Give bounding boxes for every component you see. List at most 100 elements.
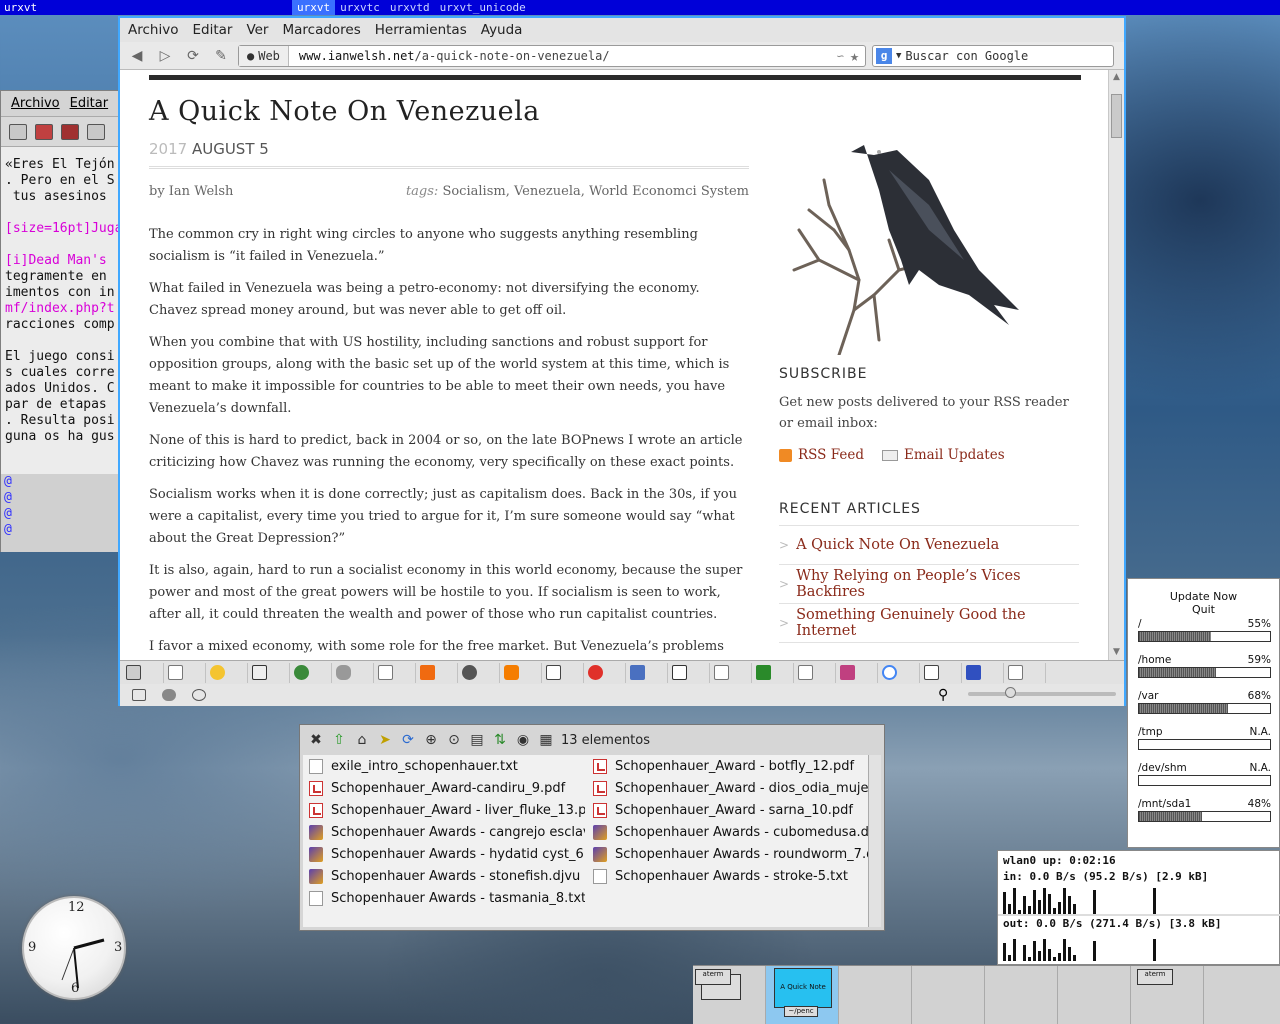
search-box[interactable]: g ▼ Buscar con Google bbox=[872, 44, 1114, 67]
bookmark-g[interactable] bbox=[630, 662, 668, 683]
bookmark-page[interactable] bbox=[168, 662, 206, 683]
desktop-5[interactable] bbox=[985, 966, 1058, 1024]
gauge-icon[interactable] bbox=[192, 689, 206, 701]
rss-feed-icon[interactable]: ∽ bbox=[837, 49, 844, 63]
bookmark-circle[interactable] bbox=[462, 662, 500, 683]
scroll-up-icon[interactable]: ▲ bbox=[1111, 72, 1122, 83]
url-text[interactable]: www.ianwelsh.net/a-quick-note-on-venezue… bbox=[289, 49, 837, 63]
page-scrollbar[interactable]: ▲ ▼ bbox=[1108, 70, 1124, 660]
file-item[interactable]: Schopenhauer Awards - tasmania_8.txt bbox=[309, 887, 585, 909]
desktop-8[interactable] bbox=[1204, 966, 1277, 1024]
desktop-4[interactable] bbox=[912, 966, 985, 1024]
file-list-scrollbar[interactable] bbox=[868, 755, 881, 927]
file-item[interactable]: Schopenhauer_Award - dios_odia_mujeres.p… bbox=[593, 777, 869, 799]
close-icon[interactable]: ✖ bbox=[308, 732, 324, 748]
file-item[interactable]: Schopenhauer Awards - stonefish.djvu bbox=[309, 865, 585, 887]
file-item[interactable]: Schopenhauer Awards - cangrejo esclavist… bbox=[309, 821, 585, 843]
open-folder-icon[interactable] bbox=[9, 123, 27, 140]
zoom-in-icon[interactable]: ⊕ bbox=[423, 732, 439, 748]
edit-pencil-icon[interactable]: ✎ bbox=[210, 46, 232, 66]
google-search-engine-icon[interactable]: g bbox=[876, 47, 892, 64]
scrollbar-thumb[interactable] bbox=[1111, 94, 1122, 138]
search-input[interactable]: Buscar con Google bbox=[905, 49, 1028, 63]
zoom-icon[interactable]: ⚲ bbox=[938, 687, 948, 703]
up-arrow-icon[interactable]: ⇧ bbox=[331, 732, 347, 748]
menu-ver[interactable]: Ver bbox=[246, 22, 268, 38]
bookmark-go[interactable] bbox=[252, 662, 290, 683]
url-bar[interactable]: ● Web www.ianwelsh.net/a-quick-note-on-v… bbox=[238, 44, 866, 67]
menu-editar[interactable]: Editar bbox=[192, 22, 232, 38]
forward-icon[interactable]: ▷ bbox=[154, 46, 176, 66]
file-item[interactable]: Schopenhauer_Award - sarna_10.pdf bbox=[593, 799, 869, 821]
back-icon[interactable]: ◀ bbox=[126, 46, 148, 66]
pager-window-aterm-right[interactable]: aterm bbox=[1137, 969, 1173, 985]
file-item[interactable]: exile_intro_schopenhauer.txt bbox=[309, 755, 585, 777]
file-item[interactable]: Schopenhauer Awards - roundworm_7.djvu bbox=[593, 843, 869, 865]
menu-marcadores[interactable]: Marcadores bbox=[282, 22, 360, 38]
bookmark-page-3[interactable] bbox=[714, 662, 752, 683]
print-icon[interactable] bbox=[87, 123, 105, 140]
console-icon[interactable] bbox=[132, 689, 146, 701]
menu-herramientas[interactable]: Herramientas bbox=[375, 22, 467, 38]
recent-article-link[interactable]: > Why Relying on People’s Vices Backfires bbox=[779, 565, 1079, 604]
bookmark-cursor[interactable] bbox=[546, 662, 584, 683]
file-item[interactable]: Schopenhauer Awards - stroke-5.txt bbox=[593, 865, 869, 887]
menu-ayuda[interactable]: Ayuda bbox=[481, 22, 523, 38]
scroll-down-icon[interactable]: ▼ bbox=[1111, 647, 1122, 658]
bookmark-page-2[interactable] bbox=[378, 662, 416, 683]
zoom-slider-knob[interactable] bbox=[1005, 687, 1016, 698]
file-item[interactable]: Schopenhauer Awards - hydatid cyst_6.djv… bbox=[309, 843, 585, 865]
tab-urxvt-unicode[interactable]: urxvt_unicode bbox=[435, 0, 531, 15]
bookmark-blogger[interactable] bbox=[504, 662, 542, 683]
save-as-icon[interactable] bbox=[61, 123, 79, 140]
pager-window-terminal[interactable]: ~/penc bbox=[784, 1006, 818, 1017]
desktop-2[interactable]: A Quick Note ~/penc bbox=[766, 966, 839, 1024]
bookmark-lifebuoy[interactable] bbox=[588, 662, 626, 683]
list-view-icon[interactable]: ▤ bbox=[469, 732, 485, 748]
bookmark-n[interactable] bbox=[420, 662, 458, 683]
file-item[interactable]: Schopenhauer Awards - cubomedusa.djvu bbox=[593, 821, 869, 843]
file-item[interactable]: Schopenhauer_Award - botfly_12.pdf bbox=[593, 755, 869, 777]
editor-text-area[interactable]: «Eres El Tejón. Pero en el S tus asesino… bbox=[1, 147, 129, 445]
icons-view-icon[interactable]: ▦ bbox=[538, 732, 554, 748]
recent-article-link[interactable]: > Something Genuinely Good the Internet bbox=[779, 604, 1079, 643]
bookmark-wr[interactable] bbox=[840, 662, 878, 683]
editor-menu-archivo[interactable]: Archivo bbox=[11, 96, 60, 111]
tab-urxvtc[interactable]: urxvtc bbox=[335, 0, 385, 15]
desktop-3[interactable] bbox=[839, 966, 912, 1024]
eye-icon[interactable]: ◉ bbox=[515, 732, 531, 748]
bookmark-save[interactable] bbox=[126, 662, 164, 683]
pager-window-browser[interactable]: A Quick Note bbox=[774, 968, 832, 1008]
go-icon[interactable]: ➤ bbox=[377, 732, 393, 748]
reload-icon[interactable]: ⟳ bbox=[182, 46, 204, 66]
tab-urxvtd[interactable]: urxvtd bbox=[385, 0, 435, 15]
bookmark-star-icon[interactable]: ★ bbox=[850, 47, 859, 65]
bookmark-bottle[interactable] bbox=[336, 662, 374, 683]
tab-urxvt[interactable]: urxvt bbox=[292, 0, 336, 15]
bookmark-page-5[interactable] bbox=[1008, 662, 1046, 683]
bookmark-key[interactable] bbox=[294, 662, 332, 683]
desktop-1[interactable]: aterm bbox=[693, 966, 766, 1024]
tag-links[interactable]: Socialism, Venezuela, World Economci Sys… bbox=[442, 184, 749, 199]
refresh-icon[interactable]: ⟳ bbox=[400, 732, 416, 748]
site-identity[interactable]: ● Web bbox=[239, 45, 289, 66]
menu-archivo[interactable]: Archivo bbox=[128, 22, 178, 38]
zoom-fit-icon[interactable]: ⊙ bbox=[446, 732, 462, 748]
quit-button[interactable]: Quit bbox=[1128, 603, 1279, 616]
search-engine-dropdown-icon[interactable]: ▼ bbox=[896, 51, 901, 61]
sort-icon[interactable]: ⇅ bbox=[492, 732, 508, 748]
bookmark-wikipedia[interactable] bbox=[672, 662, 710, 683]
pager-window-aterm[interactable]: aterm bbox=[695, 969, 731, 985]
desktop-7[interactable]: aterm bbox=[1131, 966, 1204, 1024]
bookmark-flag[interactable] bbox=[966, 662, 1004, 683]
email-updates-link[interactable]: Email Updates bbox=[881, 447, 1005, 463]
bookmark-page-4[interactable] bbox=[798, 662, 836, 683]
bookmark-linux[interactable] bbox=[210, 662, 248, 683]
home-icon[interactable]: ⌂ bbox=[354, 732, 370, 748]
bookmark-bug[interactable] bbox=[756, 662, 794, 683]
recent-article-link[interactable]: > A Quick Note On Venezuela bbox=[779, 526, 1079, 565]
bookmark-google[interactable] bbox=[882, 662, 920, 683]
zoom-slider[interactable] bbox=[968, 692, 1116, 696]
cloud-icon[interactable] bbox=[162, 689, 176, 701]
save-icon[interactable] bbox=[35, 123, 53, 140]
